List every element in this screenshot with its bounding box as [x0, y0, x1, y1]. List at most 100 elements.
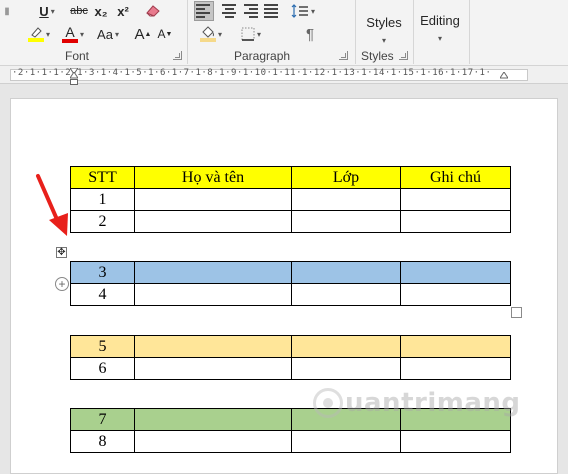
table-cell[interactable]: 7 — [70, 408, 135, 431]
table-resize-handle-icon[interactable] — [511, 307, 522, 318]
ribbon: ▮ U ▾ abc x₂ x² ▾ A ▾ Aa ▾ A ▲ A ▼ Font … — [0, 0, 568, 66]
table-cell[interactable] — [134, 335, 292, 358]
shading-swatch — [199, 38, 216, 42]
chevron-down-icon: ▾ — [217, 29, 222, 39]
table-row: 6 — [70, 357, 511, 380]
table-cell[interactable] — [400, 430, 511, 453]
paragraph-dialog-launcher[interactable] — [339, 51, 348, 60]
align-right-icon — [242, 4, 258, 18]
group-divider — [355, 0, 356, 64]
styles-button[interactable]: Styles ▾ — [362, 10, 406, 50]
table-cell[interactable]: 2 — [70, 210, 135, 233]
right-indent-marker[interactable] — [500, 72, 508, 80]
highlight-color-button[interactable]: ▾ — [24, 24, 54, 44]
table-cell[interactable] — [134, 188, 292, 211]
table-cell[interactable] — [134, 261, 292, 284]
superscript-button[interactable]: x² — [114, 1, 132, 21]
table-cell[interactable] — [134, 210, 292, 233]
horizontal-ruler[interactable]: ·2·1·1·1·2·1·3·1·4·1·5·1·6·1·7·1·8·1·9·1… — [0, 66, 568, 86]
table-cell[interactable] — [134, 430, 292, 453]
borders-button[interactable]: ▾ — [236, 24, 266, 44]
table-cell[interactable] — [291, 357, 401, 380]
clear-formatting-button[interactable] — [142, 1, 164, 21]
chevron-down-icon: ▾ — [310, 6, 315, 16]
editing-button-label: Editing — [420, 13, 460, 28]
underline-button[interactable]: U ▾ — [34, 1, 60, 21]
change-case-button[interactable]: Aa ▾ — [92, 24, 124, 44]
header-cell-name[interactable]: Họ và tên — [134, 166, 292, 189]
table-cell[interactable] — [134, 408, 292, 431]
align-left-button[interactable] — [194, 1, 214, 21]
font-color-swatch — [61, 38, 78, 43]
font-color-button[interactable]: A ▾ — [58, 24, 88, 44]
justify-button[interactable] — [262, 1, 282, 21]
strikethrough-button[interactable]: abc — [68, 1, 90, 21]
subscript-button[interactable]: x₂ — [92, 1, 110, 21]
table-cell[interactable] — [400, 283, 511, 306]
table-2[interactable]: 3 4 — [70, 261, 511, 306]
table-cell[interactable]: 6 — [70, 357, 135, 380]
table-cell[interactable]: 1 — [70, 188, 135, 211]
shading-button[interactable]: ▾ — [194, 24, 228, 44]
table-cell[interactable] — [291, 261, 401, 284]
header-cell-stt[interactable]: STT — [70, 166, 135, 189]
table-cell[interactable] — [291, 283, 401, 306]
shrink-font-button[interactable]: A ▼ — [156, 24, 174, 44]
justify-icon — [264, 4, 280, 18]
table-cell[interactable]: 5 — [70, 335, 135, 358]
align-center-button[interactable] — [219, 1, 239, 21]
table-row: 2 — [70, 210, 511, 233]
table-row: 8 — [70, 430, 511, 453]
table-cell[interactable] — [400, 188, 511, 211]
table-cell[interactable] — [400, 261, 511, 284]
table-cell[interactable] — [134, 283, 292, 306]
table-cell[interactable]: 8 — [70, 430, 135, 453]
paint-bucket-icon — [202, 26, 214, 38]
table-3[interactable]: 5 6 — [70, 335, 511, 380]
chevron-down-icon: ▾ — [437, 34, 442, 43]
insert-row-plus-icon[interactable]: + — [55, 277, 69, 291]
show-marks-button[interactable]: ¶ — [300, 24, 320, 44]
header-cell-note[interactable]: Ghi chú — [400, 166, 511, 189]
table-cell[interactable] — [400, 357, 511, 380]
word-window: ▮ U ▾ abc x₂ x² ▾ A ▾ Aa ▾ A ▲ A ▼ Font … — [0, 0, 568, 474]
table-cell[interactable] — [291, 430, 401, 453]
grow-font-button[interactable]: A ▲ — [134, 24, 152, 44]
table-move-handle-icon[interactable]: ✥ — [56, 247, 67, 258]
table-cell[interactable] — [291, 188, 401, 211]
table-row-orange: 5 — [70, 335, 511, 358]
table-cell[interactable] — [400, 210, 511, 233]
table-row: 4 — [70, 283, 511, 306]
table-cell[interactable] — [291, 210, 401, 233]
line-spacing-button[interactable]: ▾ — [288, 1, 318, 21]
table-cell[interactable] — [291, 335, 401, 358]
table-cell[interactable] — [400, 335, 511, 358]
red-arrow-annotation-icon — [36, 174, 68, 236]
underline-label: U — [39, 3, 49, 19]
header-cell-class[interactable]: Lớp — [291, 166, 401, 189]
watermark-logo-icon — [313, 388, 343, 418]
align-right-button[interactable] — [240, 1, 260, 21]
styles-group-label: Styles — [361, 49, 394, 63]
eraser-icon — [146, 5, 160, 17]
styles-dialog-launcher[interactable] — [399, 51, 408, 60]
ruler-marks: ·2·1·1·1·2·1·3·1·4·1·5·1·6·1·7·1·8·1·9·1… — [12, 68, 492, 78]
borders-icon — [241, 27, 255, 41]
editing-button[interactable]: Editing ▾ — [416, 8, 464, 48]
font-color-letter: A — [65, 23, 75, 40]
table-cell[interactable]: 3 — [70, 261, 135, 284]
align-left-icon — [196, 4, 212, 18]
group-divider — [469, 0, 470, 64]
change-case-label: Aa — [97, 26, 113, 42]
table-row: 1 — [70, 188, 511, 211]
table-cell[interactable] — [134, 357, 292, 380]
hanging-indent-marker[interactable] — [70, 72, 78, 86]
highlighter-icon — [31, 27, 42, 38]
italic-button-partial[interactable]: ▮ — [0, 1, 14, 21]
chevron-down-icon: ▾ — [45, 29, 50, 39]
font-dialog-launcher[interactable] — [173, 51, 182, 60]
chevron-down-icon: ▾ — [256, 29, 261, 39]
paragraph-group-label: Paragraph — [234, 49, 291, 63]
table-cell[interactable]: 4 — [70, 283, 135, 306]
table-1[interactable]: STT Họ và tên Lớp Ghi chú 1 2 — [70, 166, 511, 233]
